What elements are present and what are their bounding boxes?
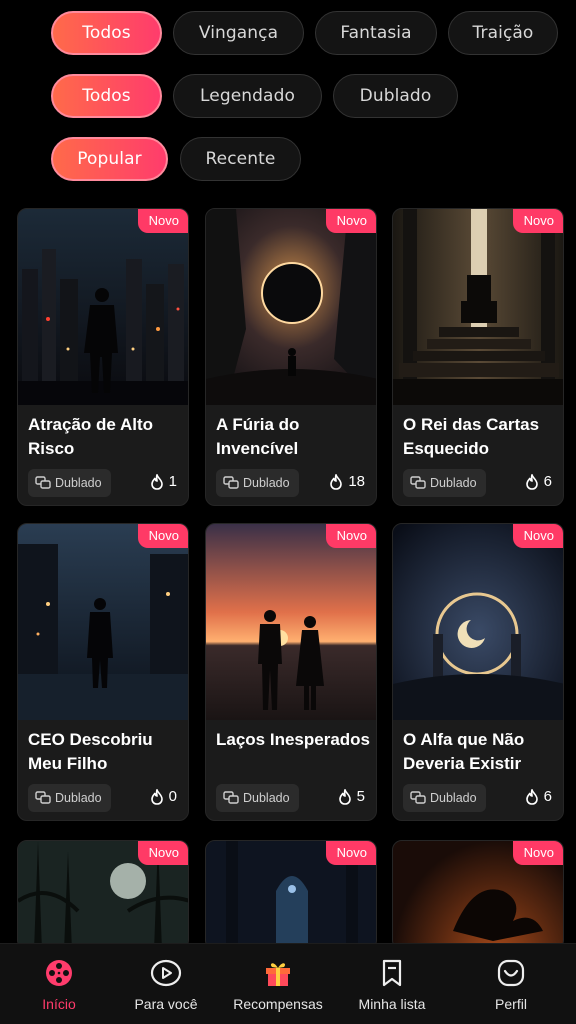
- drama-card[interactable]: Novo CEO Descobriu Meu Filho Dublado 0: [17, 523, 189, 821]
- card-title: O Alfa que Não Deveria Existir: [403, 730, 525, 773]
- tag-label: Dublado: [55, 791, 102, 805]
- tag-label: Dublado: [430, 476, 477, 490]
- popularity-count: 5: [338, 788, 365, 805]
- tab-para-voce[interactable]: Para você: [111, 944, 221, 1024]
- tab-recompensas[interactable]: Recompensas: [223, 944, 333, 1024]
- tab-label: Início: [42, 996, 76, 1012]
- sort-filter-row: Popular Recente: [0, 137, 576, 185]
- fire-icon: [150, 788, 163, 805]
- card-title: O Rei das Cartas Esquecido: [403, 415, 540, 458]
- popularity-count: 0: [150, 788, 177, 805]
- fire-icon: [338, 788, 351, 805]
- tag-label: Dublado: [243, 476, 290, 490]
- card-title: Laços Inesperados: [216, 730, 371, 749]
- play-circle-icon: [150, 956, 182, 990]
- count-value: 6: [543, 788, 552, 805]
- drama-card[interactable]: Novo Laços Inesperados Dublado 5: [205, 523, 377, 821]
- card-title: A Fúria do Invencível: [216, 415, 300, 458]
- tag-label: Dublado: [243, 791, 290, 805]
- popularity-count: 1: [150, 473, 177, 490]
- dubbing-icon: [35, 476, 51, 489]
- bottom-tab-bar: Início Para você Recompensas Minha lista…: [0, 943, 576, 1024]
- drama-card[interactable]: Novo: [17, 840, 189, 950]
- count-value: 18: [348, 473, 365, 490]
- new-badge: Novo: [137, 524, 188, 548]
- tab-inicio[interactable]: Início: [4, 944, 114, 1024]
- popularity-count: 18: [329, 473, 365, 490]
- card-title: CEO Descobriu Meu Filho: [28, 730, 153, 773]
- tag-label: Dublado: [55, 476, 102, 490]
- cover-image-sunset-couple: [206, 524, 376, 720]
- fire-icon: [525, 788, 538, 805]
- tab-label: Recompensas: [233, 996, 323, 1012]
- dubbing-icon: [223, 476, 239, 489]
- dubbed-tag: Dublado: [403, 469, 486, 497]
- drama-card[interactable]: Novo Atração de Alto Risco Dublado 1: [17, 208, 189, 506]
- sort-chip-recente[interactable]: Recente: [180, 137, 301, 181]
- new-badge: Novo: [512, 209, 563, 233]
- fire-icon: [150, 473, 163, 490]
- profile-face-icon: [496, 956, 526, 990]
- filter-chip-todos-genre[interactable]: Todos: [51, 11, 162, 55]
- dubbed-tag: Dublado: [28, 784, 111, 812]
- dubbed-tag: Dublado: [216, 469, 299, 497]
- filter-chip-todos-language[interactable]: Todos: [51, 74, 162, 118]
- new-badge: Novo: [137, 209, 188, 233]
- dubbing-icon: [410, 791, 426, 804]
- drama-card[interactable]: Novo: [205, 840, 377, 950]
- new-badge: Novo: [325, 209, 376, 233]
- dubbing-icon: [223, 791, 239, 804]
- tag-label: Dublado: [430, 791, 477, 805]
- tab-label: Perfil: [495, 996, 527, 1012]
- popularity-count: 6: [525, 788, 552, 805]
- gift-icon: [263, 956, 293, 990]
- fire-icon: [525, 473, 538, 490]
- cover-image-moon-portal: [393, 524, 563, 720]
- dubbed-tag: Dublado: [28, 469, 111, 497]
- new-badge: Novo: [137, 841, 188, 865]
- popularity-count: 6: [525, 473, 552, 490]
- tab-minha-lista[interactable]: Minha lista: [337, 944, 447, 1024]
- tab-label: Para você: [134, 996, 198, 1012]
- new-badge: Novo: [325, 841, 376, 865]
- dubbed-tag: Dublado: [216, 784, 299, 812]
- tab-perfil[interactable]: Perfil: [456, 944, 566, 1024]
- count-value: 6: [543, 473, 552, 490]
- film-reel-icon: [44, 956, 74, 990]
- sort-chip-popular[interactable]: Popular: [51, 137, 168, 181]
- count-value: 5: [356, 788, 365, 805]
- filter-chip-dublado[interactable]: Dublado: [333, 74, 458, 118]
- cover-image-eclipse: [206, 209, 376, 405]
- dubbed-tag: Dublado: [403, 784, 486, 812]
- filter-chip-legendado[interactable]: Legendado: [173, 74, 322, 118]
- filter-chip-traicao[interactable]: Traição: [448, 11, 558, 55]
- dubbing-icon: [410, 476, 426, 489]
- genre-filter-row: Todos Vingança Fantasia Traição: [0, 11, 576, 59]
- drama-card[interactable]: Novo A Fúria do Invencível Dublado 18: [205, 208, 377, 506]
- drama-card[interactable]: Novo: [392, 840, 564, 950]
- filter-chip-fantasia[interactable]: Fantasia: [315, 11, 437, 55]
- cover-image-throne: [393, 209, 563, 405]
- new-badge: Novo: [325, 524, 376, 548]
- filter-chip-vinganca[interactable]: Vingança: [173, 11, 304, 55]
- dubbing-icon: [35, 791, 51, 804]
- count-value: 0: [168, 788, 177, 805]
- new-badge: Novo: [512, 524, 563, 548]
- fire-icon: [330, 473, 343, 490]
- drama-card[interactable]: Novo O Alfa que Não Deveria Existir Dubl…: [392, 523, 564, 821]
- new-badge: Novo: [512, 841, 563, 865]
- cover-image-rainy-street: [18, 524, 188, 720]
- count-value: 1: [168, 473, 177, 490]
- drama-card[interactable]: Novo O Rei das Cartas Esquecido Dublado …: [392, 208, 564, 506]
- card-title: Atração de Alto Risco: [28, 415, 154, 458]
- cover-image-city-night: [18, 209, 188, 405]
- language-filter-row: Todos Legendado Dublado: [0, 74, 576, 122]
- tab-label: Minha lista: [358, 996, 426, 1012]
- bookmark-icon: [379, 956, 405, 990]
